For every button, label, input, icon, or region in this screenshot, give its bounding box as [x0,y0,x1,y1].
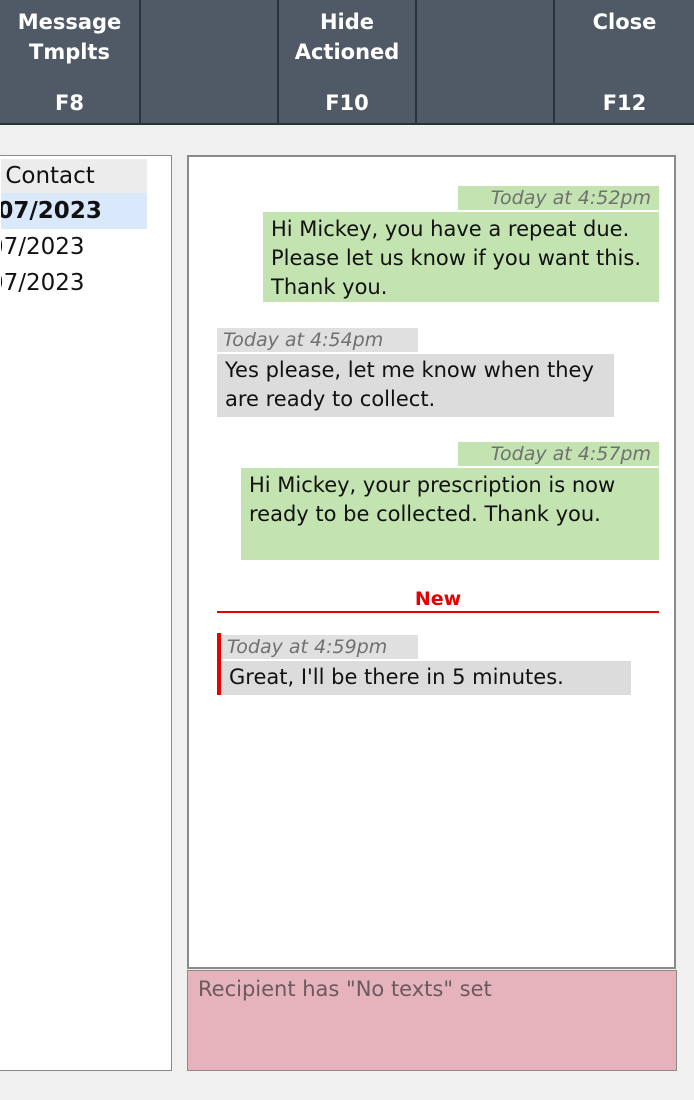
no-texts-notice: Recipient has "No texts" set [187,970,677,1071]
contact-list[interactable]: t Contact /07/2023 07/2023 07/2023 [0,155,172,1071]
blank-toolbar-button-1[interactable] [141,0,279,123]
hide-actioned-label: Hide Actioned [294,10,400,64]
contact-row[interactable]: 07/2023 [1,229,147,265]
message-timestamp: Today at 4:54pm [217,328,418,352]
new-messages-separator: New [217,587,659,613]
message-timestamp: Today at 4:52pm [458,186,659,210]
message-templates-label: Message Tmplts [17,10,122,64]
incoming-message: Yes please, let me know when they are re… [217,354,614,417]
hide-actioned-button[interactable]: Hide Actioned F10 [279,0,417,123]
message-timestamp: Today at 4:57pm [458,442,659,466]
outgoing-message: Hi Mickey, you have a repeat due. Please… [263,212,659,302]
close-label: Close [592,10,657,34]
conversation-panel[interactable]: Today at 4:52pm Hi Mickey, you have a re… [187,155,676,969]
blank-toolbar-button-2[interactable] [417,0,555,123]
contact-row[interactable]: 07/2023 [1,265,147,301]
close-button[interactable]: Close F12 [555,0,694,123]
message-templates-key: F8 [55,91,84,115]
outgoing-message: Hi Mickey, your prescription is now read… [241,468,659,560]
function-key-toolbar: Message Tmplts F8 Hide Actioned F10 Clos… [0,0,694,125]
last-contact-column-header[interactable]: t Contact [1,159,147,193]
contact-row[interactable]: /07/2023 [1,193,147,229]
close-key: F12 [602,91,647,115]
message-timestamp: Today at 4:59pm [221,635,418,659]
hide-actioned-key: F10 [325,91,369,115]
incoming-message: Great, I'll be there in 5 minutes. [221,661,631,695]
message-templates-button[interactable]: Message Tmplts F8 [0,0,141,123]
